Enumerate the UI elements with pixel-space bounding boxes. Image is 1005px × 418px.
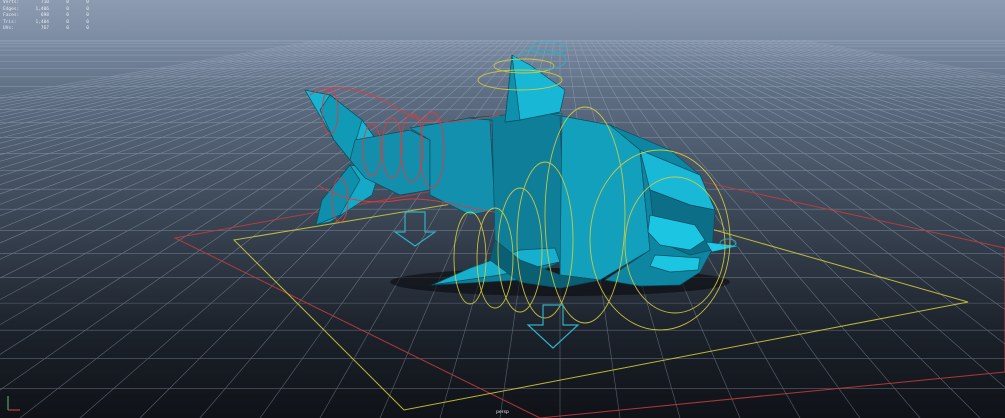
move-arrow-icon[interactable] bbox=[393, 211, 437, 247]
hud-cell-v2: 0 bbox=[66, 26, 69, 31]
camera-name-label: persp bbox=[496, 410, 509, 415]
poly-count-hud: Verts: 710 0 0 Edges: 1,406 0 0 Faces: 698 0 0 Tris:… bbox=[3, 0, 89, 33]
hud-row: UVs: 767 0 0 bbox=[3, 26, 89, 33]
hud-cell-label: UVs: bbox=[3, 26, 14, 31]
hud-cell-v3: 0 bbox=[86, 26, 89, 31]
move-arrow-icon[interactable] bbox=[526, 304, 580, 349]
maya-perspective-viewport[interactable]: Verts: 710 0 0 Edges: 1,406 0 0 Faces: 698 0 0 Tris:… bbox=[0, 0, 1005, 418]
scene-canvas[interactable] bbox=[0, 0, 1005, 418]
axis-gizmo-icon bbox=[7, 396, 20, 411]
hud-cell-v1: 767 bbox=[40, 26, 49, 31]
